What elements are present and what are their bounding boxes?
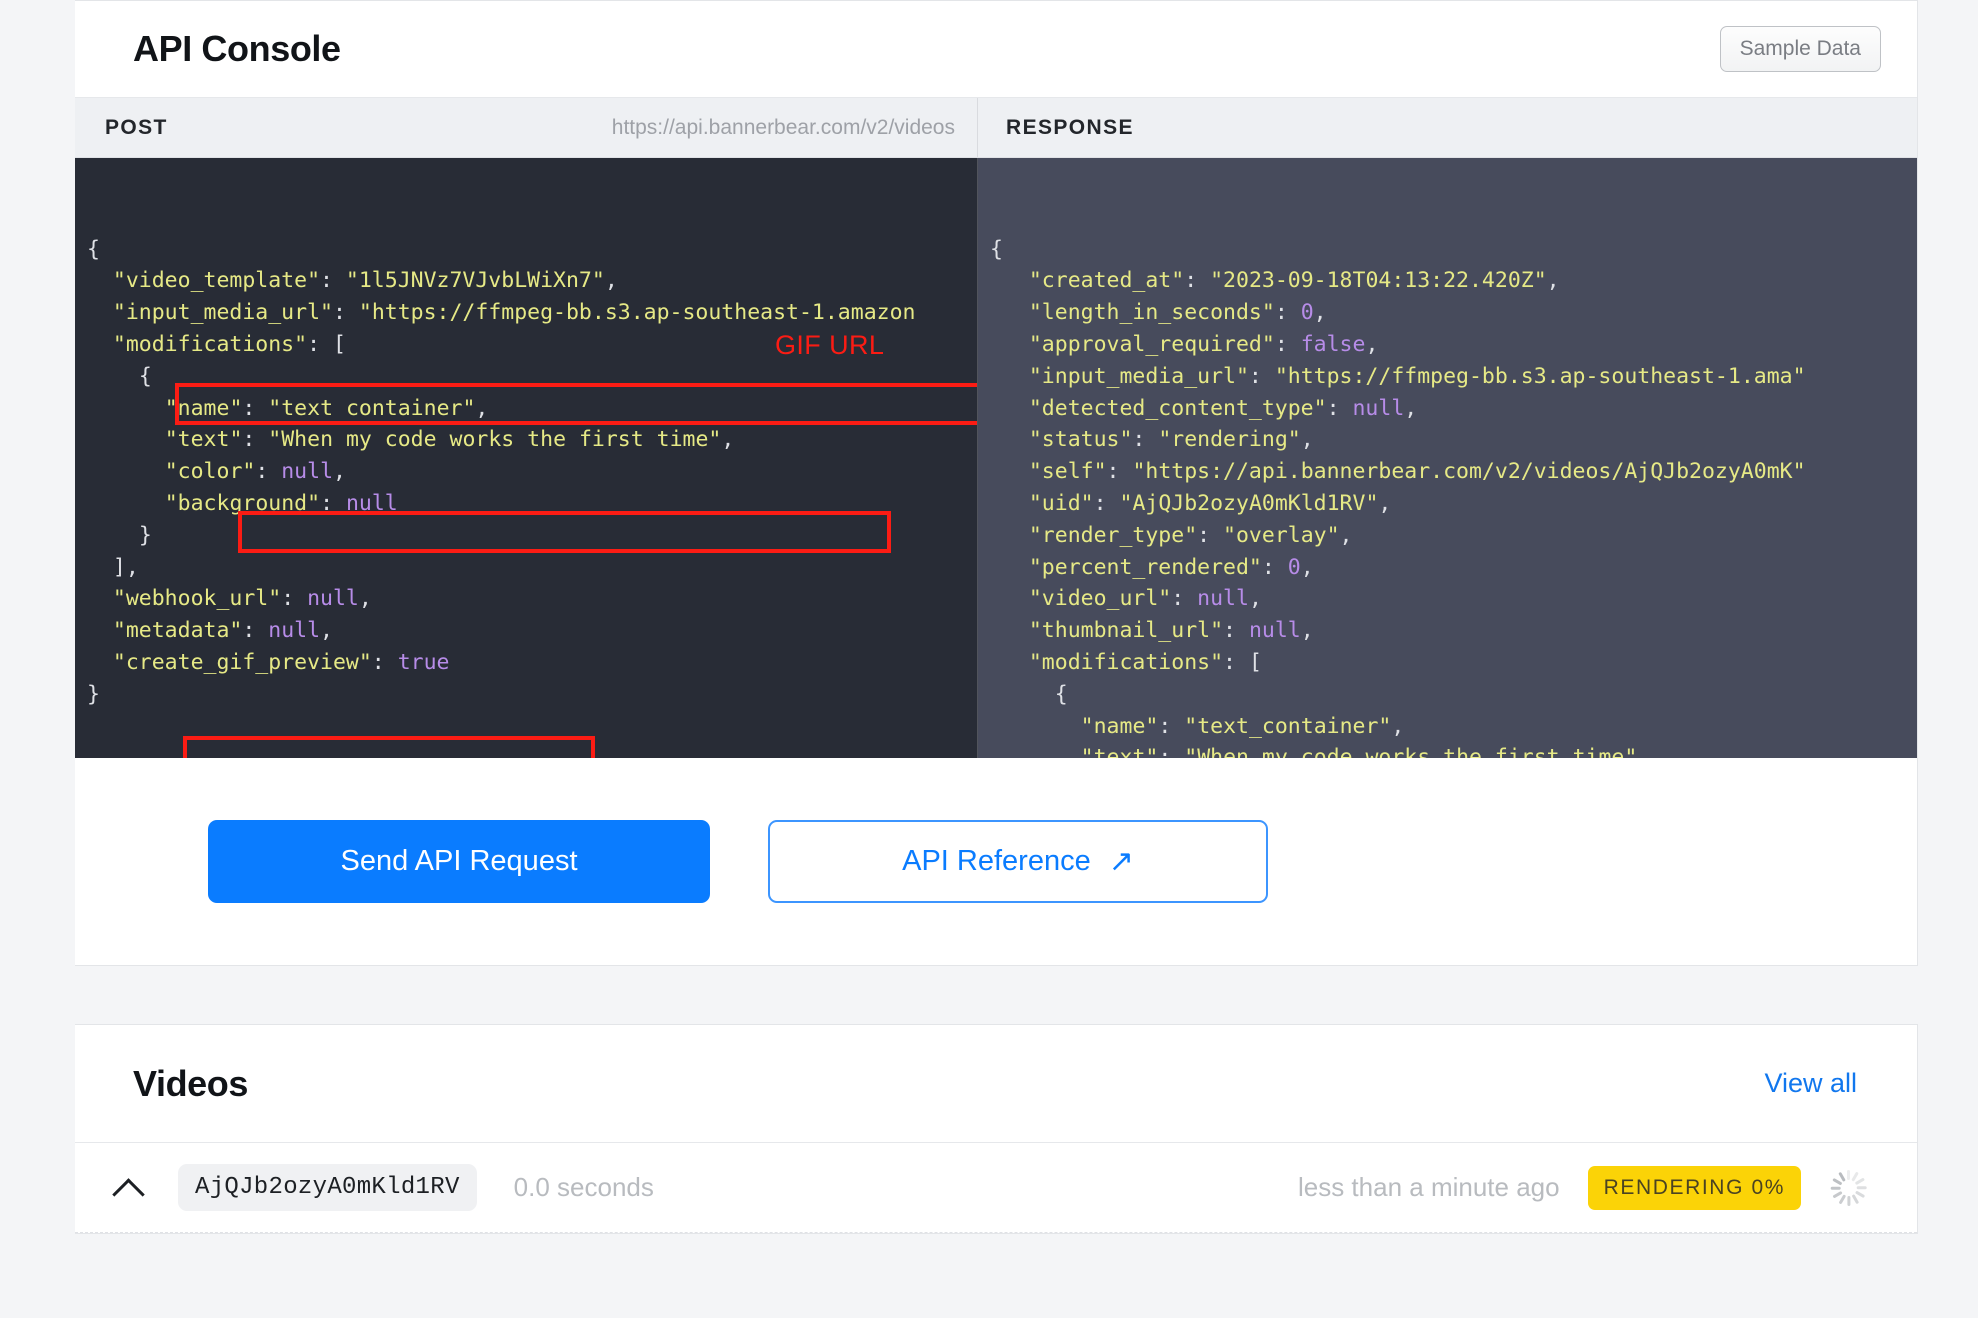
video-timeago: less than a minute ago — [1297, 1172, 1560, 1202]
arrow-up-right-icon: ↗ — [1108, 844, 1134, 878]
video-duration: 0.0 seconds — [513, 1172, 654, 1202]
videos-card: Videos View all AjQJb2ozyA0mKld1RV 0.0 s… — [75, 1024, 1918, 1234]
videos-header: Videos View all — [75, 1025, 1917, 1143]
chevron-up-icon[interactable] — [112, 1171, 146, 1205]
table-row[interactable]: AjQJb2ozyA0mKld1RV 0.0 seconds less than… — [75, 1143, 1917, 1233]
page-root: API Console Sample Data POST https://api… — [0, 0, 1978, 1234]
api-reference-label: API Reference — [902, 845, 1091, 877]
response-code-text: { "created_at": "2023-09-18T04:13:22.420… — [990, 236, 1806, 758]
gif-url-annotation-label: GIF URL — [775, 330, 885, 360]
response-label: RESPONSE — [1006, 115, 1134, 139]
view-all-link[interactable]: View all — [1764, 1068, 1857, 1099]
request-bar: POST https://api.bannerbear.com/v2/video… — [75, 98, 978, 157]
endpoint-url: https://api.bannerbear.com/v2/videos — [611, 115, 955, 139]
response-bar: RESPONSE — [978, 98, 1917, 157]
videos-title: Videos — [133, 1062, 248, 1104]
http-method-label: POST — [105, 115, 168, 139]
loading-spinner-icon — [1830, 1169, 1867, 1206]
send-api-request-button[interactable]: Send API Request — [208, 820, 710, 903]
annotation-box-create-gif-preview — [183, 736, 595, 758]
sample-data-button[interactable]: Sample Data — [1719, 26, 1881, 72]
code-panels: { "video_template": "1l5JNVz7VJvbLWiXn7"… — [75, 158, 1917, 758]
video-uid-chip[interactable]: AjQJb2ozyA0mKld1RV — [178, 1164, 477, 1211]
page-title: API Console — [133, 28, 341, 69]
request-response-bar: POST https://api.bannerbear.com/v2/video… — [75, 98, 1917, 158]
status-badge: RENDERING 0% — [1587, 1165, 1801, 1210]
api-console-header: API Console Sample Data — [75, 1, 1917, 98]
request-code-text: { "video_template": "1l5JNVz7VJvbLWiXn7"… — [87, 236, 916, 707]
request-code-editor[interactable]: { "video_template": "1l5JNVz7VJvbLWiXn7"… — [75, 158, 978, 758]
console-actions: Send API Request API Reference ↗ — [75, 758, 1917, 965]
response-code-viewer[interactable]: { "created_at": "2023-09-18T04:13:22.420… — [978, 158, 1917, 758]
api-reference-button[interactable]: API Reference ↗ — [768, 820, 1268, 903]
api-console-card: API Console Sample Data POST https://api… — [75, 0, 1918, 966]
